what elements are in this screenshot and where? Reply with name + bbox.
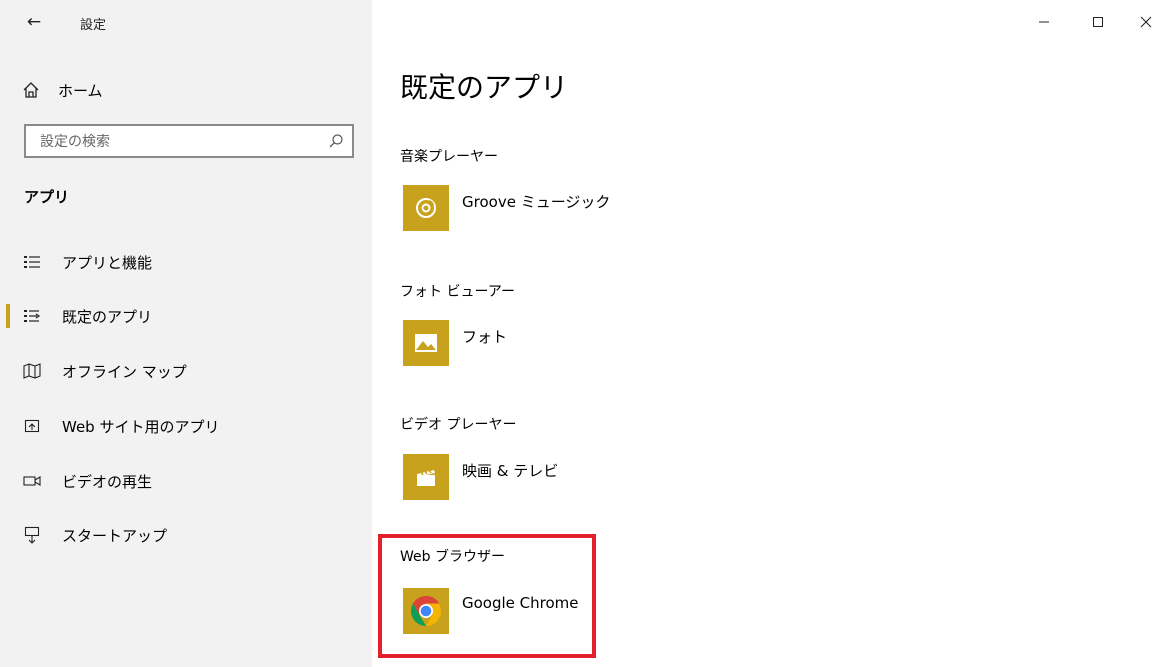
apps-for-websites-icon <box>22 416 42 436</box>
home-label: ホーム <box>58 81 103 100</box>
search-input[interactable] <box>38 131 312 153</box>
sidebar-item-label: ビデオの再生 <box>62 472 153 491</box>
section-heading: アプリ <box>24 188 70 206</box>
sidebar-item-label: スタートアップ <box>62 526 168 545</box>
maximize-icon[interactable] <box>1086 10 1110 34</box>
category-label-video-player: ビデオ プレーヤー <box>400 417 517 433</box>
close-icon[interactable] <box>1134 10 1158 34</box>
sidebar-item-label: オフライン マップ <box>62 362 187 381</box>
video-playback-icon <box>22 471 42 491</box>
sidebar-item-apps-features[interactable]: アプリと機能 <box>0 242 372 282</box>
offline-maps-icon <box>22 361 42 381</box>
minimize-icon[interactable] <box>1032 10 1056 34</box>
apps-features-icon <box>22 252 42 272</box>
page-title: 既定のアプリ <box>400 71 569 104</box>
startup-icon <box>22 525 42 545</box>
window-title: 設定 <box>80 18 107 33</box>
sidebar-item-offline-maps[interactable]: オフライン マップ <box>0 351 372 391</box>
search-box[interactable] <box>24 124 354 158</box>
sidebar: ← 設定 ホーム アプリ アプリと機能 既定のアプリ オフライン マップ <box>0 0 372 667</box>
home-icon <box>20 79 42 101</box>
sidebar-item-video-playback[interactable]: ビデオの再生 <box>0 461 372 501</box>
sidebar-item-startup[interactable]: スタートアップ <box>0 515 372 555</box>
sidebar-item-label: アプリと機能 <box>62 253 153 272</box>
default-apps-icon <box>22 306 42 326</box>
sidebar-item-label: 既定のアプリ <box>62 307 153 326</box>
default-app-video-player[interactable]: 映画 & テレビ <box>403 454 558 504</box>
sidebar-item-apps-for-websites[interactable]: Web サイト用のアプリ <box>0 406 372 446</box>
app-name: 映画 & テレビ <box>462 462 559 480</box>
default-app-music-player[interactable]: Groove ミュージック <box>403 185 610 235</box>
highlight-box <box>378 534 596 658</box>
photos-icon <box>403 320 449 366</box>
movies-tv-icon <box>403 454 449 500</box>
groove-music-icon <box>403 185 449 231</box>
app-name: Groove ミュージック <box>462 193 611 211</box>
back-arrow-icon[interactable]: ← <box>22 10 46 34</box>
app-name: フォト <box>462 328 508 346</box>
sidebar-item-default-apps[interactable]: 既定のアプリ <box>0 296 372 336</box>
default-app-photo-viewer[interactable]: フォト <box>403 320 507 370</box>
selected-indicator <box>6 304 10 328</box>
category-label-music-player: 音楽プレーヤー <box>400 149 498 165</box>
home-nav-item[interactable]: ホーム <box>20 76 103 104</box>
sidebar-item-label: Web サイト用のアプリ <box>62 417 220 436</box>
category-label-photo-viewer: フォト ビューアー <box>400 284 516 300</box>
search-icon[interactable] <box>328 133 344 149</box>
